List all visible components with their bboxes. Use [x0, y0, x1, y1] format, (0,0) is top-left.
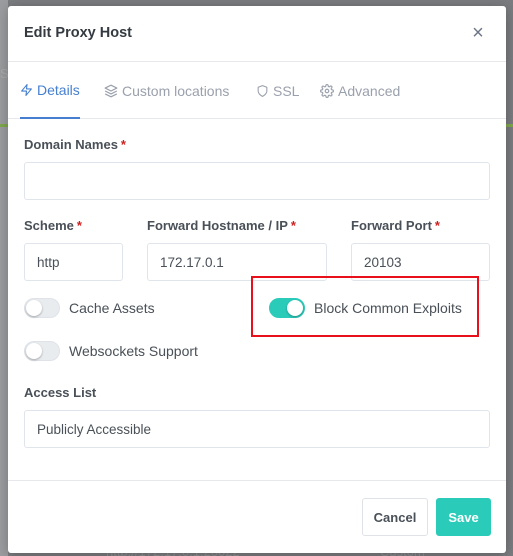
scheme-label: Scheme *	[24, 218, 82, 233]
scheme-input[interactable]: http	[24, 243, 123, 281]
tab-advanced-label: Advanced	[338, 83, 401, 99]
modal-footer: Cancel Save	[8, 480, 506, 553]
required-mark: *	[434, 218, 440, 233]
websockets-support-toggle[interactable]: Websockets Support	[24, 339, 198, 363]
shield-icon	[257, 85, 268, 97]
tab-details[interactable]: Details	[20, 63, 80, 119]
tab-custom-locations-label: Custom locations	[122, 83, 230, 99]
access-list-select[interactable]: Publicly Accessible	[24, 410, 490, 448]
close-icon[interactable]: ×	[470, 23, 486, 43]
modal-title: Edit Proxy Host	[24, 25, 132, 41]
highlight-annotation-box	[251, 276, 479, 337]
required-mark: *	[290, 218, 296, 233]
websockets-support-label: Websockets Support	[69, 343, 198, 359]
forward-port-label-text: Forward Port	[351, 218, 432, 233]
access-list-label: Access List	[24, 385, 97, 400]
cache-assets-switch[interactable]	[24, 298, 60, 318]
layers-icon	[104, 84, 118, 98]
gear-icon	[320, 84, 334, 98]
switch-knob	[26, 343, 42, 359]
domain-names-input[interactable]	[24, 162, 490, 200]
background-page-edge	[0, 0, 8, 556]
switch-knob	[26, 300, 42, 316]
required-mark: *	[120, 137, 126, 152]
tab-custom-locations[interactable]: Custom locations	[104, 63, 229, 119]
domain-names-label: Domain Names *	[24, 137, 126, 152]
forward-port-label: Forward Port *	[351, 218, 440, 233]
tab-ssl-label: SSL	[273, 83, 300, 99]
cache-assets-label: Cache Assets	[69, 300, 155, 316]
background-accent-line-right	[505, 124, 513, 127]
cache-assets-toggle[interactable]: Cache Assets	[24, 296, 155, 320]
tab-ssl[interactable]: SSL	[256, 63, 299, 119]
bolt-icon	[21, 84, 32, 96]
forward-hostname-label-text: Forward Hostname / IP	[147, 218, 288, 233]
cancel-button[interactable]: Cancel	[362, 498, 428, 536]
modal-header: Edit Proxy Host ×	[8, 6, 506, 62]
websockets-support-switch[interactable]	[24, 341, 60, 361]
required-mark: *	[76, 218, 82, 233]
domain-names-label-text: Domain Names	[24, 137, 118, 152]
scheme-label-text: Scheme	[24, 218, 74, 233]
save-button[interactable]: Save	[436, 498, 491, 536]
tab-advanced[interactable]: Advanced	[320, 63, 400, 119]
tab-bar: Details Custom locations SSL Advanced	[8, 63, 506, 119]
edit-proxy-host-modal: Edit Proxy Host × Details Custom locatio…	[8, 6, 506, 553]
forward-hostname-label: Forward Hostname / IP *	[147, 218, 296, 233]
tab-details-label: Details	[37, 82, 80, 98]
